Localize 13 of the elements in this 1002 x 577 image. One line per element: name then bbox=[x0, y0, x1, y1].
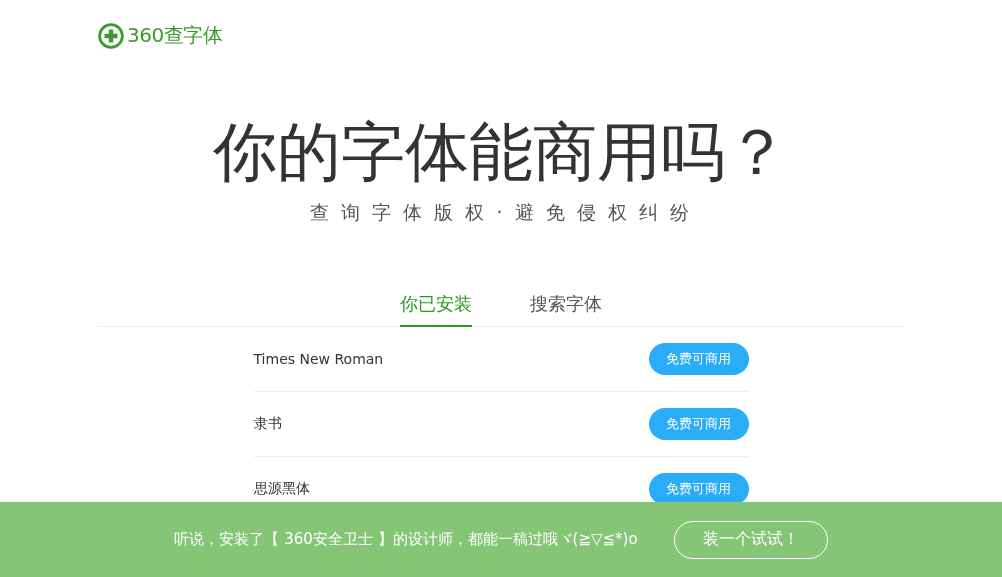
font-name: 思源黑体 bbox=[253, 480, 310, 498]
tab[interactable]: 搜索字体 bbox=[530, 288, 602, 327]
tab[interactable]: 你已安装 bbox=[400, 288, 472, 327]
banner-text: 听说，安装了【 360安全卫士 】的设计师，都能一稿过哦ヾ(≧▽≦*)o bbox=[174, 530, 638, 549]
license-button[interactable]: 免费可商用 bbox=[648, 473, 749, 505]
font-name: Times New Roman bbox=[253, 351, 384, 367]
headline: 你的字体能商用吗？ bbox=[212, 114, 790, 191]
license-button[interactable]: 免费可商用 bbox=[648, 343, 749, 375]
license-button[interactable]: 免费可商用 bbox=[648, 408, 749, 440]
logo-icon bbox=[98, 22, 124, 49]
font-name: 隶书 bbox=[253, 415, 282, 433]
subtitle: 查 询 字 体 版 权 · 避 免 侵 权 纠 纷 bbox=[309, 200, 693, 225]
logo-text: 360查字体 bbox=[127, 22, 223, 49]
